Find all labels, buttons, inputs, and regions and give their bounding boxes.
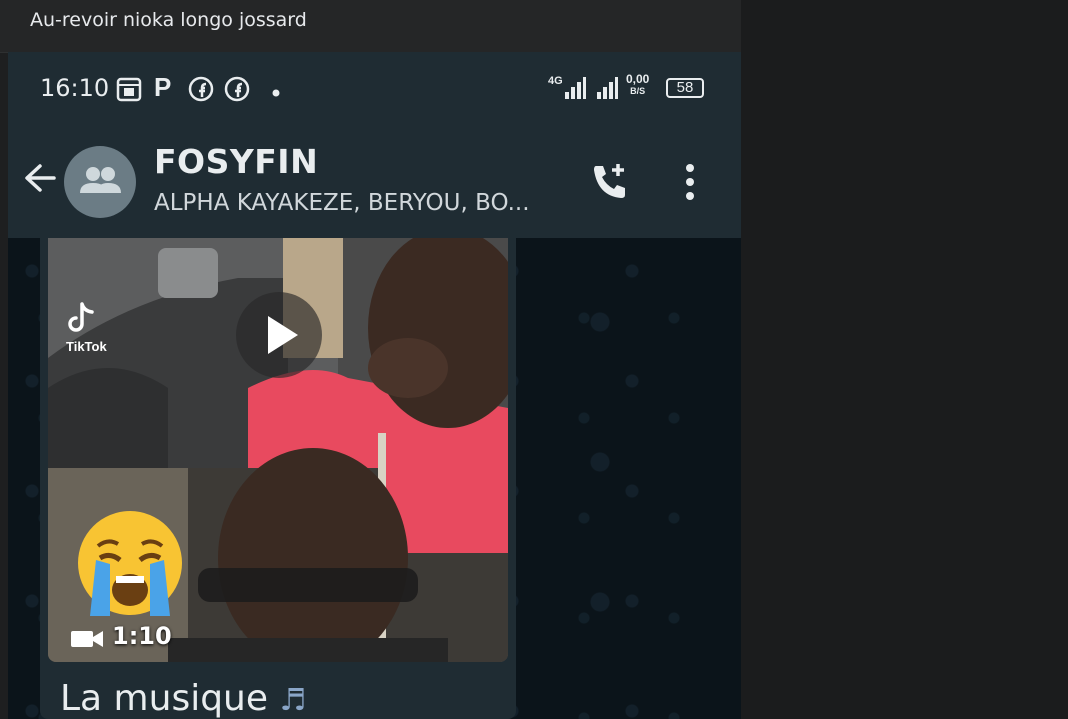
more-options-icon[interactable] [684,162,696,207]
chat-title[interactable]: FOSYFIN [154,142,318,181]
status-bar: 16:10 P 4G 0,00 B/S 58 [8,52,741,124]
tiktok-logo-icon: TikTok [66,302,107,354]
post-caption-bar: Au-revoir nioka longo jossard [0,0,741,53]
facebook-icon [224,76,250,107]
video-camera-icon [70,628,104,655]
video-duration: 1:10 [112,622,172,650]
data-speed-unit: B/S [630,86,646,96]
back-arrow-icon[interactable] [22,160,58,201]
group-icon [80,167,121,193]
side-panel [741,0,1068,719]
battery-icon: 58 [666,78,704,98]
video-thumbnail[interactable]: TikTok 1:10 [48,238,508,662]
chat-area[interactable]: TikTok 1:10 La musique ♬ [8,238,741,719]
play-icon [268,316,298,354]
signal-icon [596,76,618,105]
message-text-label: La musique [60,678,269,719]
group-avatar[interactable] [64,146,136,218]
music-notes-emoji: ♬ [279,683,307,718]
signal-icon [564,76,586,105]
parking-icon: P [154,72,172,102]
message-bubble[interactable]: TikTok 1:10 La musique ♬ [40,238,516,719]
crying-face-emoji [70,508,190,623]
data-speed: 0,00 B/S [626,72,650,97]
chat-members[interactable]: ALPHA KAYAKEZE, BERYOU, BO... [154,190,530,216]
status-time: 16:10 [40,74,110,102]
add-call-icon[interactable] [588,160,632,209]
tiktok-watermark: TikTok [66,339,107,354]
post-caption: Au-revoir nioka longo jossard [30,9,307,31]
network-type: 4G [548,75,563,87]
data-speed-value: 0,00 [626,72,650,86]
play-button[interactable] [236,292,322,378]
message-text: La musique ♬ [60,678,306,719]
phone-screenshot: 16:10 P 4G 0,00 B/S 58 FOSYFIN ALPHA KAY… [8,52,741,719]
calendar-icon [116,76,142,107]
facebook-icon [188,76,214,107]
notification-dot-icon [272,84,280,102]
chat-header: FOSYFIN ALPHA KAYAKEZE, BERYOU, BO... [8,124,741,238]
